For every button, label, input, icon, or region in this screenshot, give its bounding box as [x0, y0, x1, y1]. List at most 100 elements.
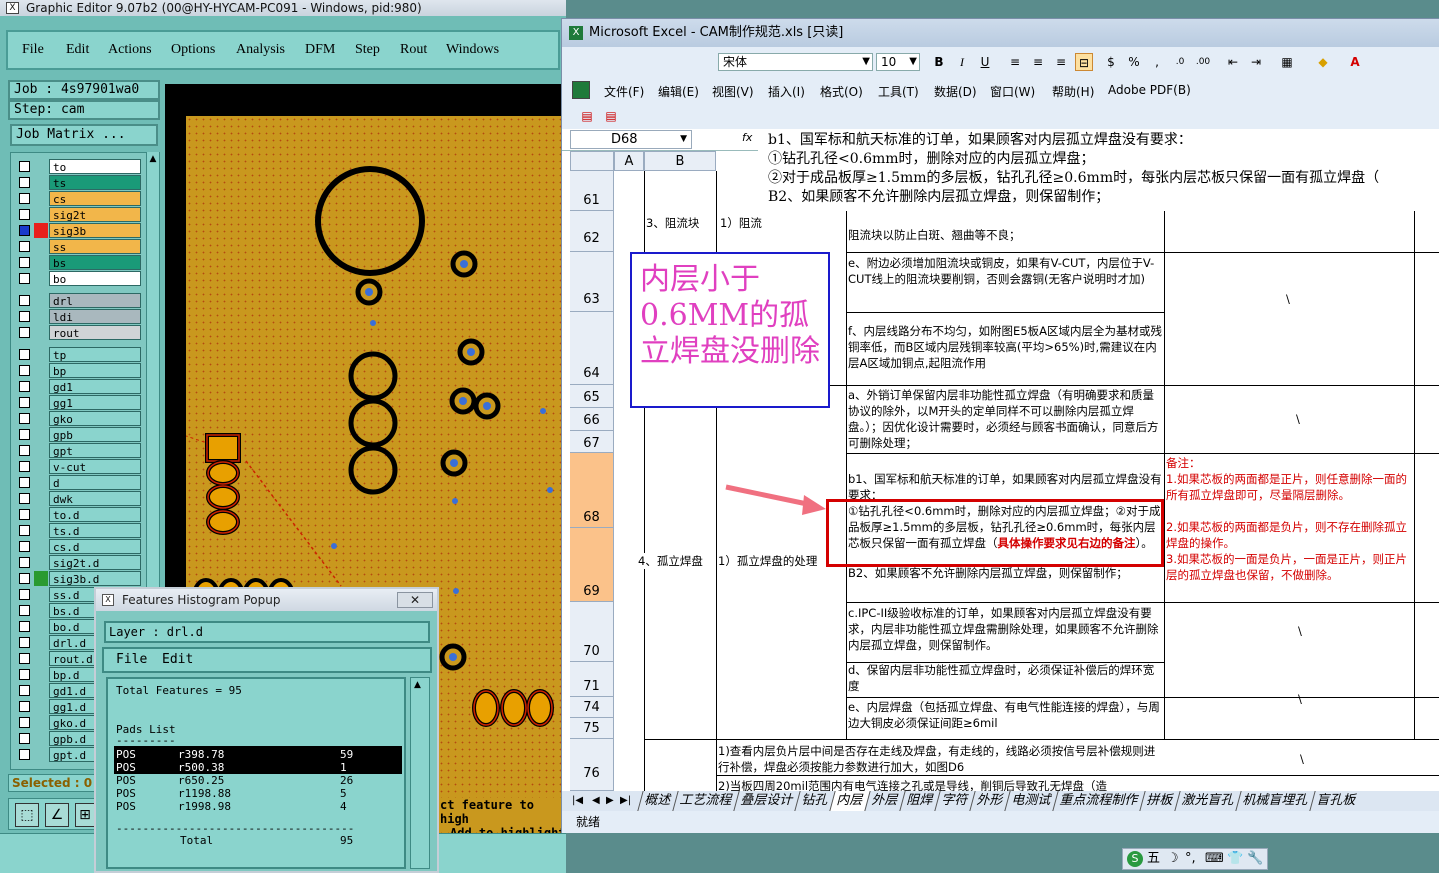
menu-tools-cn[interactable]: 工具(T) [878, 83, 919, 100]
cell-d-70[interactable]: c.IPC-II级验收标准的订单，如果顾客对内层孤立焊盘没有要求，内层非功能性孤… [848, 605, 1162, 653]
layer-row-gpt[interactable]: gpt [15, 443, 141, 458]
layer-affected-indicator[interactable] [34, 411, 48, 426]
skin-icon[interactable]: 👕 [1227, 849, 1243, 869]
sogou-icon[interactable]: S [1127, 851, 1143, 867]
sheet-nav-first-icon[interactable]: |◀ [572, 791, 583, 811]
layer-row-drl[interactable]: drl [15, 293, 141, 308]
menu-dfm[interactable]: DFM [305, 42, 335, 58]
histogram-count[interactable]: 1 [340, 761, 347, 774]
increase-indent-icon[interactable]: ⇥ [1247, 53, 1265, 71]
layer-checkbox[interactable] [19, 573, 30, 584]
layer-affected-indicator[interactable] [34, 379, 48, 394]
layer-checkbox[interactable] [19, 349, 30, 360]
sheet-tab[interactable]: 阻焊 [899, 791, 940, 811]
layer-row-cs[interactable]: cs [15, 191, 141, 206]
merge-center-icon[interactable]: ⊟ [1075, 53, 1093, 71]
layer-row-gpb[interactable]: gpb [15, 427, 141, 442]
layer-checkbox[interactable] [19, 669, 30, 680]
cell-d-65[interactable]: a、外销订单保留内层非功能性孤立焊盘（有明确要求和质量协议的除外，以M开头的定单… [848, 387, 1162, 451]
menu-edit[interactable]: Edit [66, 42, 89, 58]
sheet-tab[interactable]: 钻孔 [794, 791, 835, 811]
layer-row-rout[interactable]: rout [15, 325, 141, 340]
align-center-icon[interactable]: ≡ [1029, 53, 1047, 71]
histogram-size[interactable]: r1198.88 [178, 787, 231, 800]
ime-mode-icon[interactable]: 五 [1147, 849, 1160, 869]
measure-tool-icon[interactable]: ∠ [45, 803, 69, 827]
histogram-count[interactable]: 5 [340, 787, 347, 800]
excel-titlebar[interactable]: X Microsoft Excel - CAM制作规范.xls [只读] [562, 19, 1439, 47]
menu-data-cn[interactable]: 数据(D) [934, 83, 977, 100]
menu-analysis[interactable]: Analysis [236, 42, 285, 58]
sheet-tab[interactable]: 盲孔板 [1309, 791, 1363, 811]
row-header-74[interactable]: 74 [570, 697, 614, 718]
layer-checkbox[interactable] [19, 445, 30, 456]
job-matrix-button[interactable]: Job Matrix ... [10, 124, 158, 146]
sheet-tab[interactable]: 外形 [969, 791, 1010, 811]
layer-affected-indicator[interactable] [34, 507, 48, 522]
layer-affected-indicator[interactable] [34, 683, 48, 698]
layer-row-cs.d[interactable]: cs.d [15, 539, 141, 554]
menu-insert-cn[interactable]: 插入(I) [768, 83, 805, 100]
histogram-type[interactable]: POS [116, 761, 136, 774]
cell-d-63[interactable]: e、附边必须增加阻流块或铜皮，如果有V-CUT，内层位于V-CUT线上的阻流块要… [848, 255, 1162, 287]
sheet-tab[interactable]: 叠层设计 [733, 791, 800, 811]
column-header-b[interactable]: B [644, 151, 716, 171]
menu-options[interactable]: Options [171, 42, 215, 58]
sheet-nav-last-icon[interactable]: ▶| [620, 791, 631, 811]
layer-checkbox[interactable] [19, 327, 30, 338]
grid-tool-icon[interactable]: ⊞ [75, 803, 95, 827]
popup-titlebar[interactable]: X Features Histogram Popup ✕ [96, 589, 437, 611]
layer-checkbox[interactable] [19, 477, 30, 488]
row-header-65[interactable]: 65 [570, 385, 614, 408]
cell-b-zulliu[interactable]: 3、阻流块 [646, 215, 716, 231]
row-header-61[interactable]: 61 [570, 171, 614, 211]
layer-affected-indicator[interactable] [34, 731, 48, 746]
font-color-icon[interactable]: A [1346, 53, 1364, 71]
graphic-editor-titlebar[interactable]: X Graphic Editor 9.07b2 (00@HY-HYCAM-PC0… [0, 0, 566, 16]
layer-row-bs[interactable]: bs [15, 255, 141, 270]
layer-checkbox[interactable] [19, 225, 30, 236]
layer-row-ldi[interactable]: ldi [15, 309, 141, 324]
layer-affected-indicator[interactable] [34, 239, 48, 254]
pdf-email-icon[interactable]: ▤ [602, 107, 620, 125]
layer-checkbox[interactable] [19, 621, 30, 632]
row-header-70[interactable]: 70 [570, 602, 614, 662]
layer-affected-indicator[interactable] [34, 651, 48, 666]
cell-e-slash-5[interactable]: \ [1300, 751, 1320, 767]
layer-affected-indicator[interactable] [34, 715, 48, 730]
menu-actions[interactable]: Actions [108, 42, 152, 58]
menu-windows[interactable]: Windows [446, 42, 499, 58]
sheet-tab[interactable]: 字符 [934, 791, 975, 811]
layer-checkbox[interactable] [19, 241, 30, 252]
layer-affected-indicator[interactable] [34, 635, 48, 650]
layer-affected-indicator[interactable] [34, 347, 48, 362]
layer-affected-indicator[interactable] [34, 223, 48, 238]
layer-row-dwk[interactable]: dwk [15, 491, 141, 506]
layer-row-to[interactable]: to [15, 159, 141, 174]
cell-c-61[interactable]: 1）阻流 [720, 215, 844, 231]
layer-checkbox[interactable] [19, 295, 30, 306]
select-tool-icon[interactable]: ⬚ [15, 803, 39, 827]
percent-icon[interactable]: % [1125, 53, 1143, 71]
layer-row-tp[interactable]: tp [15, 347, 141, 362]
increase-decimal-icon[interactable]: .0 [1171, 53, 1189, 71]
font-name-select[interactable]: 宋体 ▼ [718, 53, 873, 71]
histogram-scrollbar[interactable]: ▲ [410, 677, 430, 869]
row-header-67[interactable]: 67 [570, 431, 614, 453]
layer-affected-indicator[interactable] [34, 571, 48, 586]
worksheet-grid[interactable]: A B 61 62 63 64 65 66 67 68 69 70 71 74 … [562, 151, 1439, 791]
histogram-count[interactable]: 26 [340, 774, 353, 787]
layer-affected-indicator[interactable] [34, 555, 48, 570]
layer-affected-indicator[interactable] [34, 699, 48, 714]
workbook-icon[interactable] [572, 81, 590, 99]
punctuation-icon[interactable]: °, [1185, 849, 1196, 869]
sheet-tab[interactable]: 重点流程制作 [1052, 791, 1145, 811]
cell-d-64[interactable]: f、内层线路分布不均匀，如附图E5板A区域内层全为基材或残铜率低，而B区域内层残… [848, 323, 1162, 371]
sheet-tab[interactable]: 概述 [637, 791, 678, 811]
layer-row-ts.d[interactable]: ts.d [15, 523, 141, 538]
layer-row-v-cut[interactable]: v-cut [15, 459, 141, 474]
row-header-68[interactable]: 68 [570, 453, 614, 528]
layer-affected-indicator[interactable] [34, 619, 48, 634]
histogram-size[interactable]: r500.38 [178, 761, 224, 774]
layer-affected-indicator[interactable] [34, 293, 48, 308]
